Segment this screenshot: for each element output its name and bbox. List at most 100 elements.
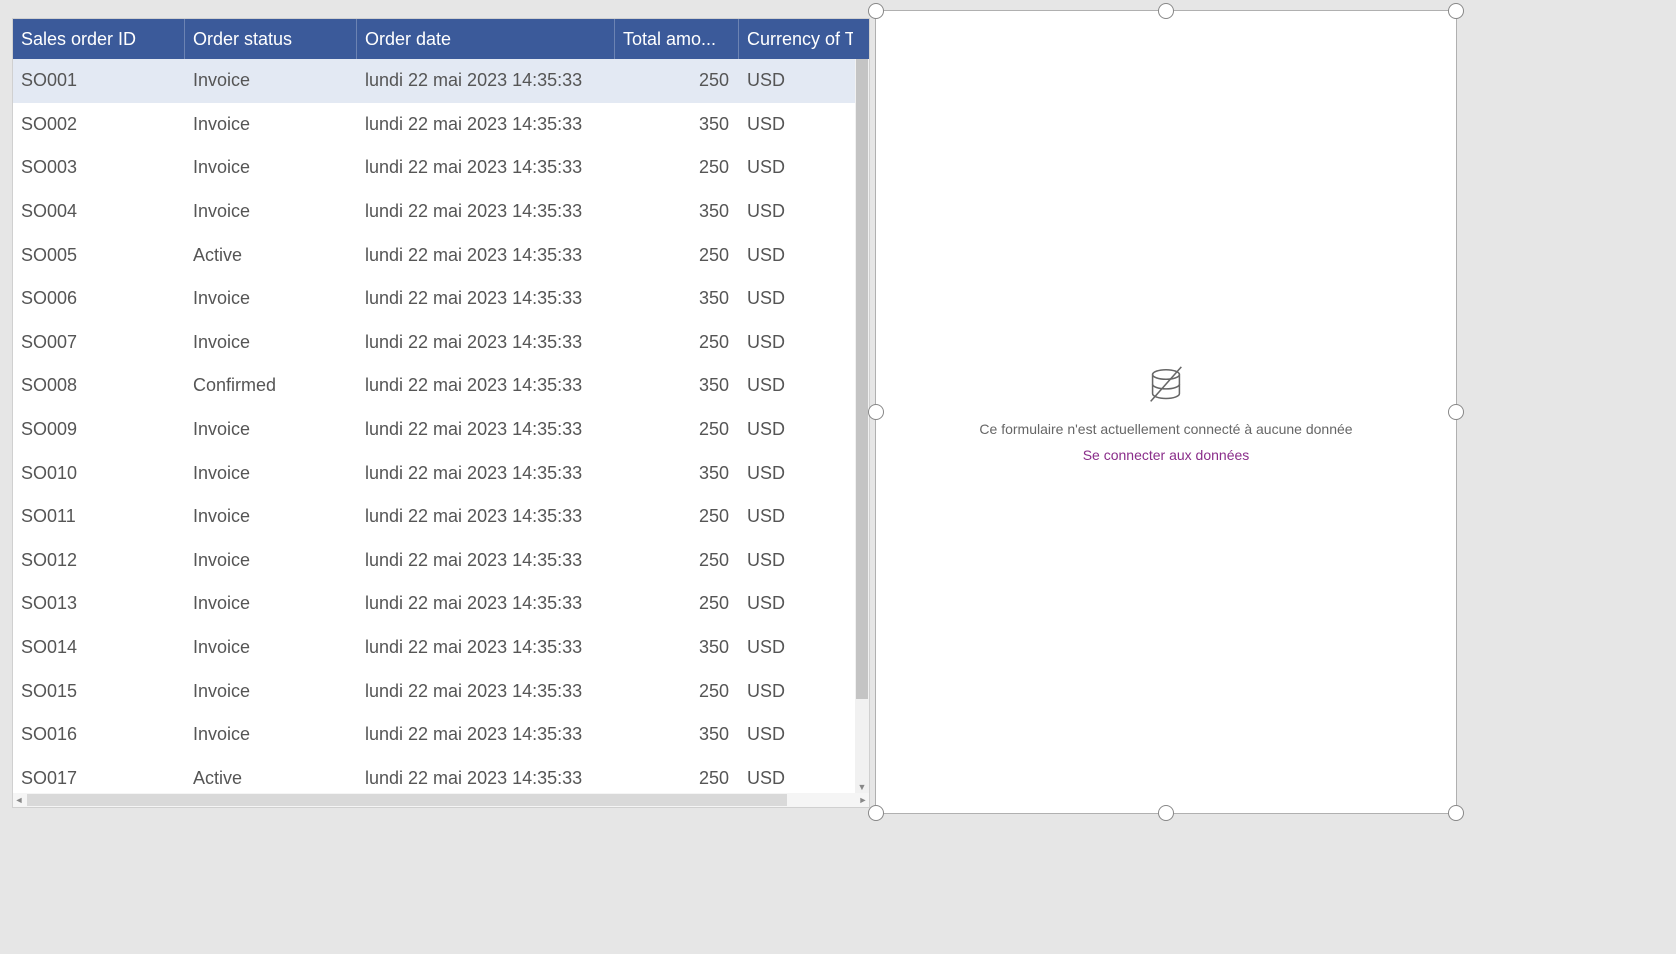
cell-currency: USD [739, 375, 853, 396]
cell-sales-order-id: SO015 [13, 681, 185, 702]
scroll-right-icon[interactable]: ► [857, 793, 869, 807]
cell-total-amount: 250 [615, 550, 739, 571]
cell-order-date: lundi 22 mai 2023 14:35:33 [357, 157, 615, 178]
cell-sales-order-id: SO011 [13, 506, 185, 527]
cell-currency: USD [739, 550, 853, 571]
cell-sales-order-id: SO009 [13, 419, 185, 440]
cell-order-status: Invoice [185, 506, 357, 527]
column-header-currency[interactable]: Currency of T [739, 19, 853, 59]
resize-handle-middle-left[interactable] [868, 404, 884, 420]
resize-handle-top-right[interactable] [1448, 3, 1464, 19]
cell-order-status: Invoice [185, 288, 357, 309]
table-row[interactable]: SO011Invoicelundi 22 mai 2023 14:35:3325… [13, 495, 855, 539]
table-row[interactable]: SO007Invoicelundi 22 mai 2023 14:35:3325… [13, 321, 855, 365]
table-row[interactable]: SO010Invoicelundi 22 mai 2023 14:35:3335… [13, 451, 855, 495]
cell-sales-order-id: SO014 [13, 637, 185, 658]
scroll-left-icon[interactable]: ◄ [13, 793, 25, 807]
table-row[interactable]: SO017Activelundi 22 mai 2023 14:35:33250… [13, 757, 855, 794]
cell-order-date: lundi 22 mai 2023 14:35:33 [357, 506, 615, 527]
vertical-scroll-thumb[interactable] [856, 59, 868, 699]
cell-order-status: Invoice [185, 114, 357, 135]
cell-currency: USD [739, 681, 853, 702]
resize-handle-top-center[interactable] [1158, 3, 1174, 19]
connect-to-data-link[interactable]: Se connecter aux données [1083, 447, 1250, 463]
form-empty-state: Ce formulaire n'est actuellement connect… [979, 361, 1352, 463]
cell-sales-order-id: SO016 [13, 724, 185, 745]
cell-order-status: Invoice [185, 201, 357, 222]
cell-sales-order-id: SO013 [13, 593, 185, 614]
table-row[interactable]: SO014Invoicelundi 22 mai 2023 14:35:3335… [13, 626, 855, 670]
cell-order-status: Invoice [185, 637, 357, 658]
cell-currency: USD [739, 419, 853, 440]
cell-order-status: Confirmed [185, 375, 357, 396]
table-row[interactable]: SO015Invoicelundi 22 mai 2023 14:35:3325… [13, 669, 855, 713]
horizontal-scrollbar[interactable]: ◄ ► [13, 793, 869, 807]
cell-order-status: Invoice [185, 419, 357, 440]
table-row[interactable]: SO016Invoicelundi 22 mai 2023 14:35:3335… [13, 713, 855, 757]
cell-order-status: Invoice [185, 681, 357, 702]
cell-currency: USD [739, 332, 853, 353]
table-row[interactable]: SO002Invoicelundi 22 mai 2023 14:35:3335… [13, 103, 855, 147]
resize-handle-middle-right[interactable] [1448, 404, 1464, 420]
cell-currency: USD [739, 463, 853, 484]
cell-currency: USD [739, 724, 853, 745]
cell-total-amount: 350 [615, 637, 739, 658]
cell-order-date: lundi 22 mai 2023 14:35:33 [357, 724, 615, 745]
column-header-total-amount[interactable]: Total amo... [615, 19, 739, 59]
table-row[interactable]: SO004Invoicelundi 22 mai 2023 14:35:3335… [13, 190, 855, 234]
cell-sales-order-id: SO001 [13, 70, 185, 91]
cell-order-date: lundi 22 mai 2023 14:35:33 [357, 463, 615, 484]
table-row[interactable]: SO005Activelundi 22 mai 2023 14:35:33250… [13, 233, 855, 277]
table-row[interactable]: SO006Invoicelundi 22 mai 2023 14:35:3335… [13, 277, 855, 321]
cell-currency: USD [739, 637, 853, 658]
column-header-sales-order-id[interactable]: Sales order ID [13, 19, 185, 59]
vertical-scrollbar[interactable]: ▲ ▼ [855, 59, 869, 793]
cell-total-amount: 250 [615, 593, 739, 614]
resize-handle-bottom-left[interactable] [868, 805, 884, 821]
column-header-order-status[interactable]: Order status [185, 19, 357, 59]
table-row[interactable]: SO003Invoicelundi 22 mai 2023 14:35:3325… [13, 146, 855, 190]
cell-order-status: Invoice [185, 593, 357, 614]
cell-total-amount: 350 [615, 724, 739, 745]
cell-order-date: lundi 22 mai 2023 14:35:33 [357, 681, 615, 702]
cell-order-status: Invoice [185, 70, 357, 91]
cell-currency: USD [739, 506, 853, 527]
horizontal-scroll-thumb[interactable] [27, 794, 787, 806]
table-body: SO001Invoicelundi 22 mai 2023 14:35:3325… [13, 59, 869, 793]
cell-sales-order-id: SO006 [13, 288, 185, 309]
cell-order-date: lundi 22 mai 2023 14:35:33 [357, 201, 615, 222]
cell-order-date: lundi 22 mai 2023 14:35:33 [357, 550, 615, 571]
form-control[interactable]: Ce formulaire n'est actuellement connect… [875, 10, 1457, 814]
cell-order-date: lundi 22 mai 2023 14:35:33 [357, 768, 615, 789]
table-row[interactable]: SO009Invoicelundi 22 mai 2023 14:35:3325… [13, 408, 855, 452]
cell-sales-order-id: SO017 [13, 768, 185, 789]
resize-handle-bottom-right[interactable] [1448, 805, 1464, 821]
cell-currency: USD [739, 201, 853, 222]
cell-total-amount: 350 [615, 201, 739, 222]
cell-total-amount: 350 [615, 114, 739, 135]
cell-order-date: lundi 22 mai 2023 14:35:33 [357, 288, 615, 309]
cell-order-date: lundi 22 mai 2023 14:35:33 [357, 419, 615, 440]
cell-total-amount: 250 [615, 157, 739, 178]
table-row[interactable]: SO013Invoicelundi 22 mai 2023 14:35:3325… [13, 582, 855, 626]
sales-order-gallery[interactable]: Sales order ID Order status Order date T… [12, 18, 870, 808]
cell-currency: USD [739, 593, 853, 614]
table-row[interactable]: SO001Invoicelundi 22 mai 2023 14:35:3325… [13, 59, 855, 103]
table-row[interactable]: SO008Confirmedlundi 22 mai 2023 14:35:33… [13, 364, 855, 408]
resize-handle-bottom-center[interactable] [1158, 805, 1174, 821]
cell-order-date: lundi 22 mai 2023 14:35:33 [357, 375, 615, 396]
cell-currency: USD [739, 288, 853, 309]
cell-order-date: lundi 22 mai 2023 14:35:33 [357, 70, 615, 91]
cell-sales-order-id: SO002 [13, 114, 185, 135]
table-row[interactable]: SO012Invoicelundi 22 mai 2023 14:35:3325… [13, 539, 855, 583]
database-icon [1141, 361, 1191, 411]
scroll-down-icon[interactable]: ▼ [855, 781, 869, 793]
cell-sales-order-id: SO012 [13, 550, 185, 571]
resize-handle-top-left[interactable] [868, 3, 884, 19]
cell-order-date: lundi 22 mai 2023 14:35:33 [357, 114, 615, 135]
cell-order-date: lundi 22 mai 2023 14:35:33 [357, 332, 615, 353]
cell-order-status: Active [185, 768, 357, 789]
cell-total-amount: 250 [615, 332, 739, 353]
cell-total-amount: 250 [615, 419, 739, 440]
column-header-order-date[interactable]: Order date [357, 19, 615, 59]
